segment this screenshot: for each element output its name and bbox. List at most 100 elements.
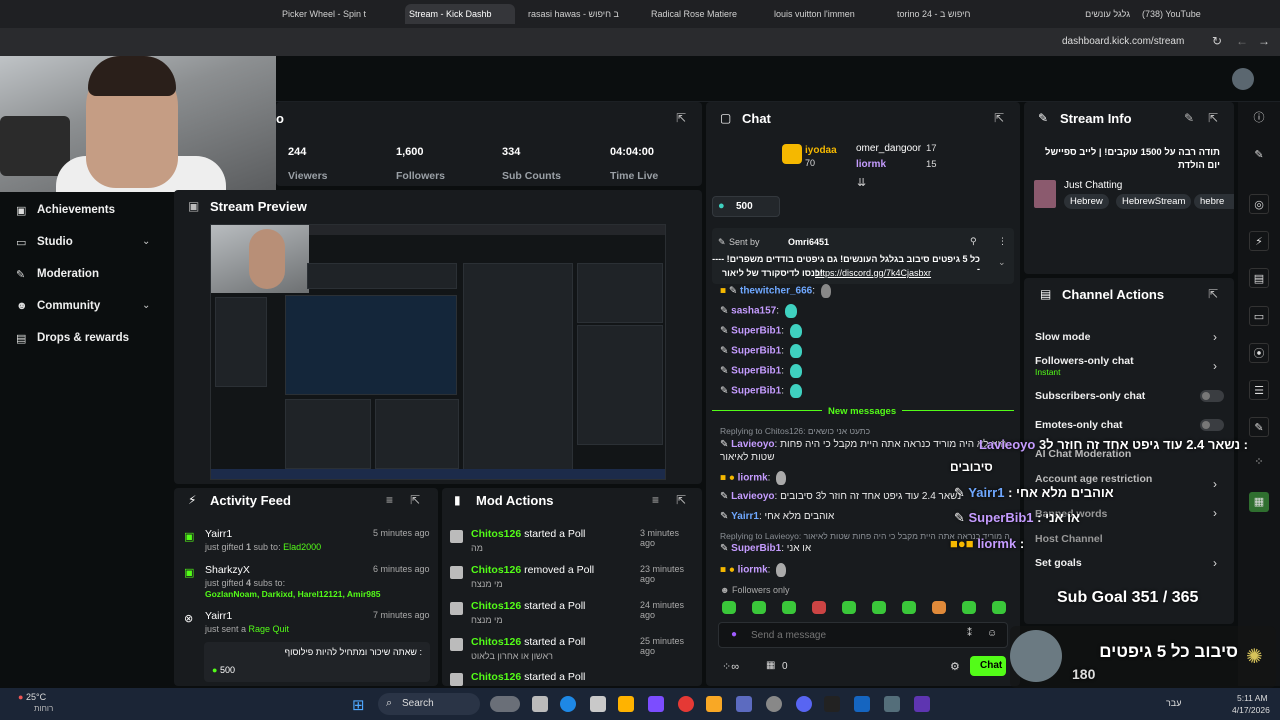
popout-icon[interactable]: ⇱ (410, 493, 420, 507)
app-icon[interactable] (618, 696, 634, 712)
address-bar[interactable]: dashboard.kick.com/stream ↻ ← → (0, 28, 1280, 56)
emote-button[interactable] (842, 601, 856, 614)
taskbar-search[interactable]: ⌕ Search (378, 693, 480, 715)
add-widget-icon[interactable]: ▦ (1249, 492, 1269, 512)
chevron-down-icon[interactable]: ⌄ (998, 257, 1006, 268)
infinity-icon[interactable]: ⁘∞ (722, 660, 739, 673)
chevron-down-icon[interactable]: ⌄ (142, 236, 150, 247)
host-channel-row[interactable]: Host Channel (1035, 533, 1103, 545)
tab-torino[interactable]: torino 24 - חיפוש ב (897, 4, 1007, 24)
popout-icon[interactable]: ⇱ (676, 111, 686, 125)
leader-name[interactable]: iyodaa (805, 145, 837, 156)
chevron-right-icon[interactable]: › (1213, 506, 1217, 520)
stream-preview-video[interactable] (210, 224, 666, 480)
set-goals-row[interactable]: Set goals (1035, 557, 1082, 569)
avatar[interactable] (1232, 68, 1254, 90)
activity-user[interactable]: Yairr1 (205, 610, 232, 622)
new-messages-label[interactable]: New messages (822, 406, 903, 417)
app-icon[interactable] (884, 696, 900, 712)
weather-widget[interactable]: ● 25°C (18, 692, 46, 702)
translate-icon[interactable]: ⁑ (967, 628, 972, 639)
filter-icon[interactable]: ≡ (386, 493, 393, 507)
chevron-right-icon[interactable]: › (1213, 477, 1217, 491)
list-icon[interactable]: ☰ (1249, 380, 1269, 400)
windows-start-icon[interactable]: ⊞ (352, 696, 365, 714)
tag-pill[interactable]: Hebrew (1064, 194, 1109, 209)
followers-only-row[interactable]: Followers-only chat Instant (1035, 355, 1134, 377)
chat-input-box[interactable]: ● ⁑ ☺ (718, 622, 1008, 648)
target-icon[interactable]: ◎ (1249, 194, 1269, 214)
category-name[interactable]: Just Chatting (1064, 180, 1122, 191)
sidebar-item-studio[interactable]: ▭ Studio (16, 232, 73, 252)
clock-time[interactable]: 5:11 AM (1237, 693, 1268, 703)
activity-user[interactable]: Yairr1 (205, 528, 232, 540)
tab-kick-dashboard[interactable]: Stream - Kick Dashb (405, 4, 515, 24)
popout-icon[interactable]: ⇱ (676, 493, 686, 507)
info-icon[interactable]: ⓘ (1249, 108, 1269, 128)
emote-button[interactable] (782, 601, 796, 614)
leader-name[interactable]: liormk (856, 159, 886, 170)
sidebar-item-community[interactable]: ☻ Community (16, 296, 100, 316)
pinned-sender[interactable]: Omri6451 (788, 237, 829, 247)
popout-icon[interactable]: ⇱ (994, 111, 1004, 125)
tab-louis-vuitton[interactable]: louis vuitton l'immen (774, 4, 884, 24)
language-indicator[interactable]: עבר (1166, 698, 1181, 708)
broadcast-icon[interactable]: ⦿ (1249, 343, 1269, 363)
steam-icon[interactable] (854, 696, 870, 712)
tab-picker-wheel[interactable]: Picker Wheel - Spin t (282, 4, 392, 24)
app-icon[interactable] (914, 696, 930, 712)
edit-icon[interactable]: ✎ (1249, 145, 1269, 165)
edge-icon[interactable] (560, 696, 576, 712)
emote-button[interactable] (812, 601, 826, 614)
clock-date[interactable]: 4/17/2026 (1232, 705, 1270, 715)
slow-mode-row[interactable]: Slow mode (1035, 331, 1090, 343)
emote-button[interactable] (872, 601, 886, 614)
tag-pill[interactable]: hebre (1194, 194, 1234, 209)
leader-name[interactable]: omer_dangoor (856, 143, 921, 154)
expand-icon[interactable]: ⇊ (857, 176, 866, 189)
chat-send-button[interactable]: Chat (970, 656, 1006, 676)
emote-button[interactable] (902, 601, 916, 614)
tab-youtube[interactable]: (738) YouTube (1142, 4, 1242, 24)
task-view-icon[interactable] (532, 696, 548, 712)
emote-button[interactable] (962, 601, 976, 614)
chevron-right-icon[interactable]: › (1213, 556, 1217, 570)
discord-link[interactable]: https://discord.gg/7k4Cjasbxr (815, 268, 931, 278)
sidebar-item-drops[interactable]: ▤ Drops & rewards (16, 328, 129, 348)
tag-pill[interactable]: HebrewStream (1116, 194, 1192, 209)
back-icon[interactable]: ← (1236, 34, 1248, 48)
tab-penalty-wheel[interactable]: גלגל עונשים (1030, 4, 1130, 24)
popout-icon[interactable]: ⇱ (1208, 111, 1218, 125)
filter-icon[interactable]: ≡ (652, 493, 659, 507)
mic-icon[interactable]: ● (731, 629, 737, 640)
teams-icon[interactable] (736, 696, 752, 712)
app-icon[interactable] (648, 696, 664, 712)
gear-icon[interactable]: ⚙ (950, 660, 960, 673)
sidebar-item-achievements[interactable]: ▣ Achievements (16, 200, 115, 220)
chevron-down-icon[interactable]: ⌄ (142, 300, 150, 311)
account-age-row[interactable]: Account age restriction (1035, 473, 1152, 485)
popout-icon[interactable]: ⇱ (1208, 287, 1218, 301)
chevron-right-icon[interactable]: › (1213, 330, 1217, 344)
chrome-icon[interactable] (678, 696, 694, 712)
emote-button[interactable] (752, 601, 766, 614)
emote-button[interactable] (722, 601, 736, 614)
edit-icon[interactable]: ✎ (1184, 111, 1194, 125)
sidebar-item-moderation[interactable]: ✎ Moderation (16, 264, 99, 284)
wrench-icon[interactable]: ✎ (1249, 417, 1269, 437)
taskbar-app-icon[interactable] (490, 696, 520, 712)
kicks-counter[interactable]: ● 500 (712, 196, 780, 217)
emotes-only-toggle[interactable] (1200, 419, 1224, 431)
pin-toggle-icon[interactable]: ⚲ (970, 236, 977, 247)
file-explorer-icon[interactable] (706, 696, 722, 712)
chat-message-input[interactable] (751, 627, 951, 643)
activity-user[interactable]: SharkzyX (205, 564, 250, 576)
chevron-right-icon[interactable]: › (1213, 359, 1217, 373)
emote-button[interactable] (932, 601, 946, 614)
more-icon[interactable]: ⋮ (998, 236, 1007, 247)
emoji-icon[interactable]: ☺ (987, 628, 997, 639)
obs-icon[interactable] (766, 696, 782, 712)
emote-button[interactable] (992, 601, 1006, 614)
tab-rasasi[interactable]: rasasi hawas - ב חיפוש (528, 4, 638, 24)
chat-bubble-icon[interactable]: ▭ (1249, 306, 1269, 326)
